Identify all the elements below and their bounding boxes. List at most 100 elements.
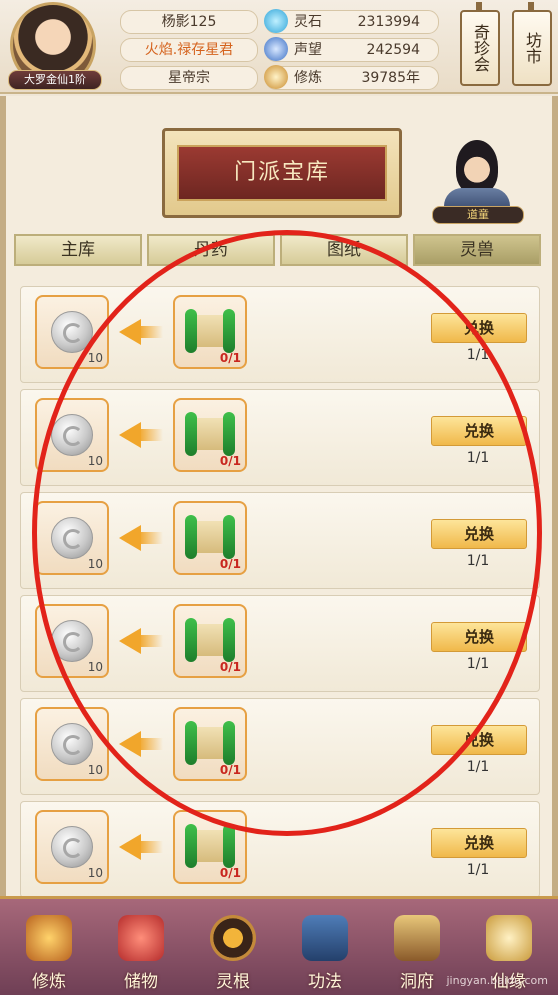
nav-label: 功法: [308, 972, 342, 992]
resource-cultivation: 修炼 39785年: [264, 65, 439, 90]
owned-count: 0/1: [219, 557, 241, 571]
nav-label: 灵根: [216, 972, 250, 992]
nav-label: 修炼: [32, 972, 66, 992]
player-title: 火焰.禄存星君: [120, 38, 258, 62]
silver-coin-icon: [51, 414, 93, 456]
cost-item-slot[interactable]: 10: [35, 604, 109, 678]
exchange-row: 10 0/1 兑换 1/1: [20, 698, 540, 795]
arrow-left-icon: [119, 731, 165, 757]
cost-item-slot[interactable]: 10: [35, 707, 109, 781]
reward-item-slot[interactable]: 0/1: [173, 810, 247, 884]
scroll-icon: [183, 618, 237, 662]
spirit-stone-icon: [264, 9, 288, 33]
owned-count: 0/1: [219, 866, 241, 880]
exchange-button[interactable]: 兑换: [431, 416, 527, 446]
exchange-limit: 1/1: [466, 450, 490, 466]
fate-icon: [486, 915, 532, 961]
owned-count: 0/1: [219, 660, 241, 674]
silver-coin-icon: [51, 311, 93, 353]
silver-coin-icon: [51, 723, 93, 765]
arrow-left-icon: [119, 319, 165, 345]
owned-count: 0/1: [219, 454, 241, 468]
exchange-row: 10 0/1 兑换 1/1: [20, 492, 540, 589]
category-tabs: 主库 丹药 图纸 灵兽: [14, 234, 544, 270]
nav-techniques[interactable]: 功法: [282, 905, 368, 992]
treasure-auction-button[interactable]: 奇珍会: [460, 2, 500, 86]
resource-value: 242594: [366, 42, 420, 58]
resource-spirit-stone: 灵石 2313994: [264, 9, 439, 34]
reward-item-slot[interactable]: 0/1: [173, 604, 247, 678]
cost-amount: 10: [87, 660, 103, 674]
cost-item-slot[interactable]: 10: [35, 398, 109, 472]
storage-bag-icon: [118, 915, 164, 961]
arrow-left-icon: [119, 422, 165, 448]
player-name: 杨影125: [120, 10, 258, 34]
nav-storage[interactable]: 储物: [98, 905, 184, 992]
exchange-button[interactable]: 兑换: [431, 519, 527, 549]
exchange-button[interactable]: 兑换: [431, 313, 527, 343]
exchange-row: 10 0/1 兑换 1/1: [20, 389, 540, 486]
exchange-limit: 1/1: [466, 347, 490, 363]
exchange-row: 10 0/1 兑换 1/1: [20, 286, 540, 383]
cost-amount: 10: [87, 557, 103, 571]
owned-count: 0/1: [219, 763, 241, 777]
npc-portrait[interactable]: 道童: [432, 140, 524, 224]
spirit-root-icon: [210, 915, 256, 961]
cost-amount: 10: [87, 866, 103, 880]
scroll-icon: [183, 309, 237, 353]
arrow-left-icon: [119, 628, 165, 654]
exchange-limit: 1/1: [466, 656, 490, 672]
npc-label: 道童: [432, 206, 524, 224]
resource-name: 修炼: [294, 70, 322, 86]
meditating-figure-icon: [26, 915, 72, 961]
reward-item-slot[interactable]: 0/1: [173, 501, 247, 575]
resource-name: 灵石: [294, 14, 322, 30]
exchange-row: 10 0/1 兑换 1/1: [20, 595, 540, 692]
reward-item-slot[interactable]: 0/1: [173, 295, 247, 369]
tab-spirit-beasts[interactable]: 灵兽: [413, 234, 541, 266]
exchange-button[interactable]: 兑换: [431, 622, 527, 652]
tab-blueprints[interactable]: 图纸: [280, 234, 408, 266]
arrow-left-icon: [119, 525, 165, 551]
cost-amount: 10: [87, 454, 103, 468]
reward-item-slot[interactable]: 0/1: [173, 398, 247, 472]
page-title: 门派宝库: [233, 160, 330, 185]
scroll-icon: [183, 515, 237, 559]
player-sect: 星帝宗: [120, 66, 258, 90]
scroll-icon: [183, 721, 237, 765]
top-header: 大罗金仙1阶 杨影125 火焰.禄存星君 星帝宗 灵石 2313994 声望 2…: [0, 0, 558, 94]
exchange-limit: 1/1: [466, 553, 490, 569]
resource-name: 声望: [294, 42, 322, 58]
reward-item-slot[interactable]: 0/1: [173, 707, 247, 781]
cost-amount: 10: [87, 351, 103, 365]
silver-coin-icon: [51, 517, 93, 559]
scroll-icon: [183, 824, 237, 868]
nav-cultivate[interactable]: 修炼: [6, 905, 92, 992]
tab-main-store[interactable]: 主库: [14, 234, 142, 266]
resource-reputation: 声望 242594: [264, 37, 439, 62]
cost-item-slot[interactable]: 10: [35, 295, 109, 369]
exchange-limit: 1/1: [466, 759, 490, 775]
owned-count: 0/1: [219, 351, 241, 365]
scroll-icon: [183, 412, 237, 456]
arrow-left-icon: [119, 834, 165, 860]
resource-value: 2313994: [357, 14, 420, 30]
exchange-row: 10 0/1 兑换 1/1: [20, 801, 540, 898]
nav-spirit-root[interactable]: 灵根: [190, 905, 276, 992]
cost-item-slot[interactable]: 10: [35, 501, 109, 575]
cultivation-icon: [264, 65, 288, 89]
manual-book-icon: [302, 915, 348, 961]
exchange-limit: 1/1: [466, 862, 490, 878]
bottom-nav: 修炼 储物 灵根 功法 洞府 仙缘 jingyan.baidu.com: [0, 896, 558, 995]
tab-pills[interactable]: 丹药: [147, 234, 275, 266]
exchange-button[interactable]: 兑换: [431, 828, 527, 858]
title-scroll: 门派宝库: [162, 128, 402, 218]
nav-label: 储物: [124, 972, 158, 992]
reputation-icon: [264, 37, 288, 61]
market-button[interactable]: 坊市: [512, 2, 552, 86]
cost-item-slot[interactable]: 10: [35, 810, 109, 884]
resource-value: 39785年: [361, 70, 420, 86]
silver-coin-icon: [51, 620, 93, 662]
exchange-button[interactable]: 兑换: [431, 725, 527, 755]
watermark: jingyan.baidu.com: [446, 974, 548, 987]
